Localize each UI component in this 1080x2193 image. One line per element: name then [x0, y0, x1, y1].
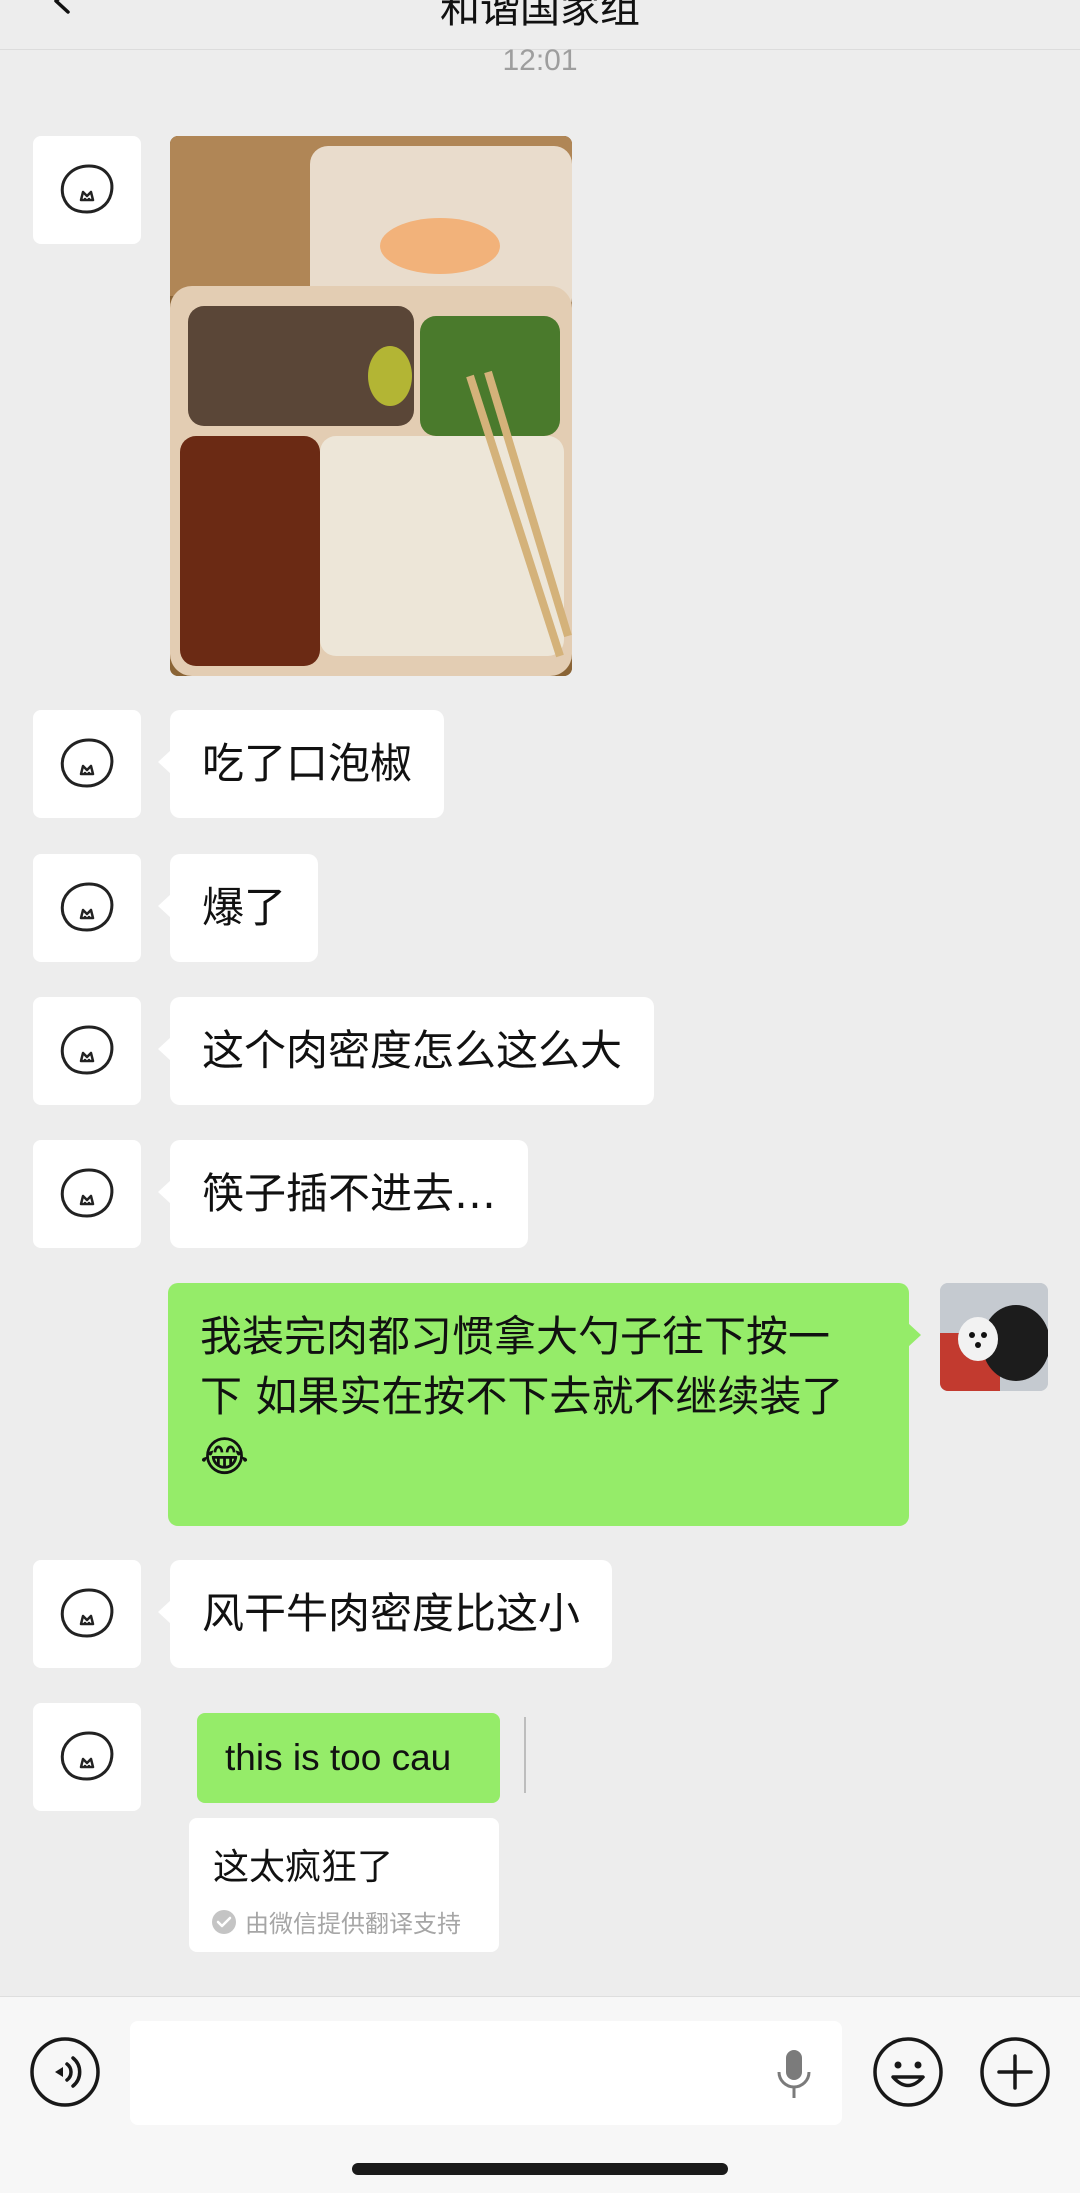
cat-doodle-icon [60, 1025, 114, 1075]
bento-box-image [170, 136, 572, 676]
cat-doodle-icon [60, 1588, 114, 1638]
cat-doodle-icon [60, 882, 114, 932]
cat-doodle-icon [60, 1731, 114, 1781]
contact-avatar[interactable] [33, 136, 141, 244]
cat-doodle-icon [60, 1168, 114, 1218]
translation-card[interactable]: 这太疯狂了 由微信提供翻译支持 [189, 1818, 499, 1952]
voice-icon[interactable] [29, 2036, 101, 2108]
self-avatar[interactable] [940, 1283, 1048, 1391]
smiley-icon[interactable] [872, 2036, 944, 2108]
message-input[interactable] [130, 2021, 842, 2125]
mic-icon[interactable] [772, 2046, 816, 2102]
contact-avatar[interactable] [33, 1703, 141, 1811]
divider [524, 1717, 526, 1793]
check-circle-icon [212, 1909, 236, 1934]
plus-circle-icon[interactable] [979, 2036, 1051, 2108]
input-bar [0, 1996, 1080, 2193]
contact-avatar[interactable] [33, 1140, 141, 1248]
dogs-photo-icon [940, 1283, 1048, 1391]
chat-title: 和谐国家组 [440, 0, 640, 32]
contact-avatar[interactable] [33, 997, 141, 1105]
laughing-emoji: 😂 [200, 1432, 250, 1481]
contact-avatar[interactable] [33, 1560, 141, 1668]
outgoing-message-bubble[interactable]: 我装完肉都习惯拿大勺子往下按一 下 如果实在按不下去就不继续装了 😂 [168, 1283, 921, 1526]
contact-avatar[interactable] [33, 854, 141, 962]
cat-doodle-icon [60, 164, 114, 214]
cat-doodle-icon [60, 738, 114, 788]
message-bubble[interactable]: 风干牛肉密度比这小 [157, 1560, 613, 1668]
message-line: 我装完肉都习惯拿大勺子往下按一 [200, 1312, 831, 1361]
translation-note-label: 由微信提供翻译支持 [245, 1910, 461, 1938]
message-bubble[interactable]: 这个肉密度怎么这么大 [157, 997, 655, 1105]
message-timestamp: 12:01 [502, 44, 578, 77]
message-bubble[interactable]: 吃了口泡椒 [157, 710, 445, 818]
home-indicator[interactable] [352, 2163, 728, 2175]
food-photo-message[interactable] [170, 136, 572, 676]
chat-header: 和谐国家组 [0, 0, 1080, 50]
translation-note: 由微信提供翻译支持 [211, 1904, 461, 1939]
message-bubble[interactable]: 筷子插不进去… [157, 1140, 529, 1248]
quoted-green-bubble[interactable]: this is too cau [197, 1713, 500, 1803]
contact-avatar[interactable] [33, 710, 141, 818]
message-bubble[interactable]: 爆了 [157, 854, 319, 962]
message-line: 下 如果实在按不下去就不继续装了 [200, 1372, 844, 1421]
translation-text: 这太疯狂了 [213, 1847, 394, 1888]
